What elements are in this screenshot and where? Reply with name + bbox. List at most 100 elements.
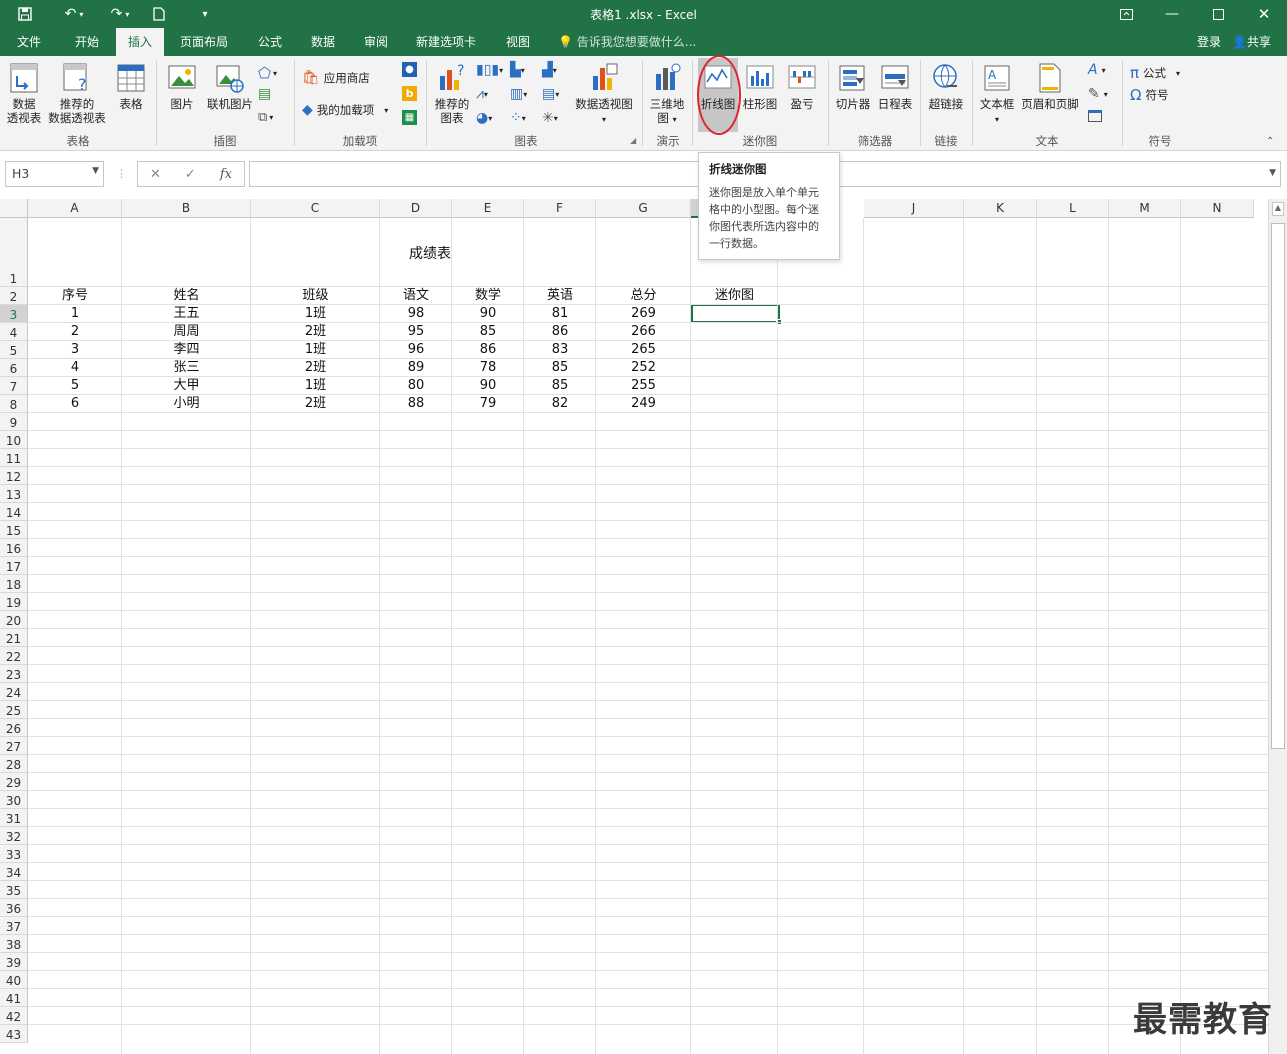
tab-data[interactable]: 数据	[300, 28, 346, 56]
cell[interactable]: 2班	[251, 359, 380, 377]
cell[interactable]: 张三	[122, 359, 251, 377]
pictures-button[interactable]: 图片	[162, 62, 202, 111]
cell[interactable]: 周周	[122, 323, 251, 341]
cell[interactable]: 6	[28, 395, 122, 413]
row-header[interactable]: 27	[0, 737, 28, 755]
row-header[interactable]: 17	[0, 557, 28, 575]
tab-formulas[interactable]: 公式	[246, 28, 294, 56]
scatter-chart-button[interactable]: ⁘ ▾	[510, 110, 526, 126]
column-header-m[interactable]: M	[1109, 199, 1181, 218]
cell[interactable]: 语文	[380, 287, 452, 305]
column-header-d[interactable]: D	[380, 199, 452, 218]
column-chart-button[interactable]: ▮▯▮ ▾	[476, 62, 503, 78]
row-header[interactable]: 20	[0, 611, 28, 629]
row-header[interactable]: 39	[0, 953, 28, 971]
cell[interactable]: 1班	[251, 341, 380, 359]
cell[interactable]: 1班	[251, 377, 380, 395]
cell[interactable]: 266	[596, 323, 691, 341]
row-header[interactable]: 31	[0, 809, 28, 827]
column-header-l[interactable]: L	[1037, 199, 1109, 218]
worksheet-grid[interactable]: 成绩表 序号 姓名 班级 语文 数学 英语 总分 迷你图 1 王五 1班 98 90 81 269 2 周周 2班…	[28, 218, 1268, 1054]
row-header[interactable]: 14	[0, 503, 28, 521]
combo-chart-button[interactable]: ▤ ▾	[542, 86, 559, 102]
cell[interactable]: 5	[28, 377, 122, 395]
row-header[interactable]: 19	[0, 593, 28, 611]
scroll-up-icon[interactable]: ▲	[1272, 202, 1284, 216]
cell[interactable]: 252	[596, 359, 691, 377]
winloss-sparkline-button[interactable]: 盈亏	[782, 62, 822, 111]
row-header[interactable]: 13	[0, 485, 28, 503]
recommended-charts-button[interactable]: ? 推荐的 图表	[432, 62, 472, 125]
statistic-chart-button[interactable]: ▥ ▾	[510, 86, 527, 102]
signature-line-button[interactable]: ✎ ▾	[1088, 86, 1108, 102]
cell[interactable]: 4	[28, 359, 122, 377]
recommended-pivot-button[interactable]: ? 推荐的 数据透视表	[46, 62, 108, 125]
symbol-button[interactable]: Ω 符号	[1130, 86, 1168, 104]
row-header[interactable]: 33	[0, 845, 28, 863]
column-header-e[interactable]: E	[452, 199, 524, 218]
sheet-title-cell[interactable]: 成绩表	[380, 243, 480, 263]
row-header[interactable]: 36	[0, 899, 28, 917]
cell[interactable]: 英语	[524, 287, 596, 305]
row-header[interactable]: 32	[0, 827, 28, 845]
cell[interactable]: 96	[380, 341, 452, 359]
row-header[interactable]: 6	[0, 359, 28, 377]
cell[interactable]: 姓名	[122, 287, 251, 305]
object-button[interactable]	[1088, 110, 1102, 122]
3d-map-button[interactable]: 三维地 图 ▾	[646, 62, 688, 127]
cell[interactable]: 78	[452, 359, 524, 377]
row-header[interactable]: 41	[0, 989, 28, 1007]
cancel-entry-icon[interactable]: ✕	[150, 167, 161, 182]
cell[interactable]: 迷你图	[691, 287, 778, 305]
cell[interactable]: 85	[452, 323, 524, 341]
minimize-icon[interactable]: —	[1149, 2, 1195, 26]
column-header-n[interactable]: N	[1181, 199, 1254, 218]
row-header[interactable]: 16	[0, 539, 28, 557]
cell[interactable]: 班级	[251, 287, 380, 305]
cell[interactable]: 85	[524, 359, 596, 377]
hierarchy-chart-button[interactable]: ▙ ▾	[510, 62, 525, 78]
login-link[interactable]: 登录	[1197, 28, 1221, 56]
cell[interactable]: 2班	[251, 323, 380, 341]
waterfall-chart-button[interactable]: ▟ ▾	[542, 62, 557, 78]
cell[interactable]: 90	[452, 377, 524, 395]
cell[interactable]: 大甲	[122, 377, 251, 395]
maximize-icon[interactable]	[1195, 2, 1241, 26]
column-header-c[interactable]: C	[251, 199, 380, 218]
cell[interactable]: 85	[524, 377, 596, 395]
tab-view[interactable]: 视图	[494, 28, 542, 56]
row-header[interactable]: 5	[0, 341, 28, 359]
row-header[interactable]: 34	[0, 863, 28, 881]
hyperlink-button[interactable]: 超链接	[926, 62, 966, 111]
name-box[interactable]: H3 ▼	[5, 161, 104, 187]
cell[interactable]: 95	[380, 323, 452, 341]
row-header[interactable]: 10	[0, 431, 28, 449]
cell[interactable]: 2	[28, 323, 122, 341]
cell[interactable]: 1	[28, 305, 122, 323]
row-header[interactable]: 25	[0, 701, 28, 719]
row-header[interactable]: 42	[0, 1007, 28, 1025]
store-button[interactable]: 🛍 应用商店	[302, 70, 370, 86]
tell-me-box[interactable]: 💡 告诉我您想要做什么...	[558, 28, 696, 56]
textbox-button[interactable]: A 文本框 ▾	[978, 62, 1016, 127]
row-header[interactable]: 43	[0, 1025, 28, 1043]
pivot-table-button[interactable]: 数据 透视表	[4, 62, 44, 125]
cell[interactable]: 李四	[122, 341, 251, 359]
wordart-button[interactable]: A ▾	[1088, 62, 1106, 78]
collapse-ribbon-icon[interactable]: ⌃	[1266, 136, 1274, 147]
row-header[interactable]: 38	[0, 935, 28, 953]
cell[interactable]: 数学	[452, 287, 524, 305]
row-header[interactable]: 11	[0, 449, 28, 467]
cell[interactable]: 88	[380, 395, 452, 413]
cell[interactable]: 2班	[251, 395, 380, 413]
smartart-button[interactable]: ▤	[258, 86, 271, 102]
column-header-a[interactable]: A	[28, 199, 122, 218]
row-header[interactable]: 28	[0, 755, 28, 773]
row-header[interactable]: 37	[0, 917, 28, 935]
my-addins-button[interactable]: ◆ 我的加载项 ▾	[302, 102, 388, 118]
row-header[interactable]: 24	[0, 683, 28, 701]
tab-review[interactable]: 审阅	[352, 28, 400, 56]
cell[interactable]: 1班	[251, 305, 380, 323]
cell[interactable]: 83	[524, 341, 596, 359]
visio-button[interactable]: ▦	[402, 110, 417, 125]
